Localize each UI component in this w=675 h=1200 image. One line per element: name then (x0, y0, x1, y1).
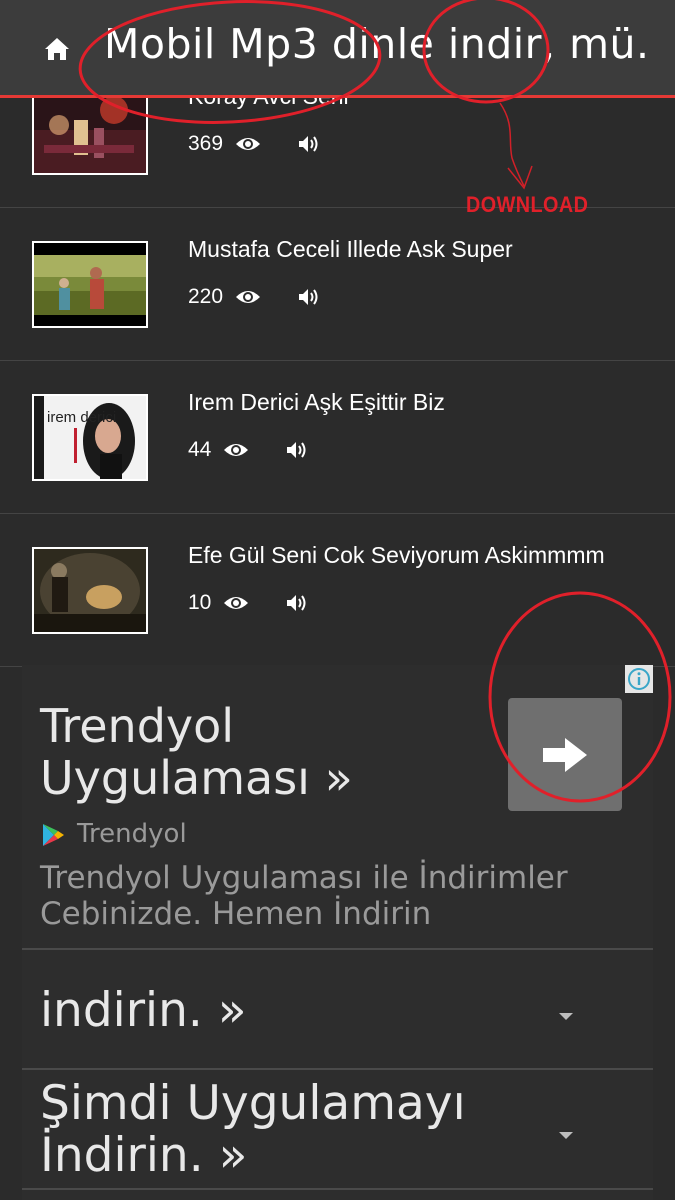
song-stats: 220 (188, 282, 319, 312)
list-item[interactable]: Efe Gül Seni Cok Seviyorum Askimmmm 10 (0, 514, 675, 667)
app-header: Mobil Mp3 dinle indir, mü. (0, 0, 675, 98)
view-count: 369 (188, 132, 224, 155)
view-count: 44 (188, 438, 212, 461)
song-thumbnail[interactable] (32, 241, 148, 328)
song-list: Koray Avci Seni 369 (0, 55, 675, 667)
song-thumbnail[interactable] (32, 547, 148, 634)
view-count: 220 (188, 285, 224, 308)
list-item[interactable]: irem derici Irem Derici Aşk Eşittir Biz … (0, 361, 675, 514)
speaker-icon[interactable] (285, 593, 307, 613)
speaker-icon[interactable] (285, 440, 307, 460)
google-play-icon (43, 824, 64, 846)
page-title: Mobil Mp3 dinle indir, mü. (104, 20, 650, 68)
song-title[interactable]: Mustafa Ceceli Illede Ask Super (188, 236, 513, 263)
divider (22, 1068, 653, 1070)
thumbnail-text: irem derici (47, 409, 116, 426)
eye-icon (236, 291, 261, 303)
view-count: 10 (188, 591, 212, 614)
chevron-down-icon[interactable] (559, 1132, 573, 1139)
song-thumbnail[interactable]: irem derici (32, 394, 148, 481)
divider (22, 948, 653, 950)
ad-description[interactable]: Trendyol Uygulaması ile İndirimler Cebin… (40, 860, 620, 932)
download-annotation: DOWNLOAD (466, 192, 589, 217)
song-title[interactable]: Irem Derici Aşk Eşittir Biz (188, 389, 445, 416)
eye-icon (224, 597, 249, 609)
song-stats: 44 (188, 435, 307, 465)
ad-headline[interactable]: Trendyol Uygulaması » (40, 700, 480, 804)
ad-info-button[interactable] (625, 665, 653, 693)
list-item[interactable]: Mustafa Ceceli Illede Ask Super 220 (0, 208, 675, 361)
song-stats: 369 (188, 129, 319, 159)
song-title[interactable]: Efe Gül Seni Cok Seviyorum Askimmmm (188, 542, 605, 569)
speaker-icon[interactable] (297, 287, 319, 307)
arrow-right-icon (543, 737, 587, 772)
ad-advertiser[interactable]: Trendyol (77, 819, 187, 849)
home-icon[interactable] (42, 34, 72, 64)
divider (22, 1188, 653, 1190)
speaker-icon[interactable] (297, 134, 319, 154)
song-stats: 10 (188, 588, 307, 618)
chevron-down-icon[interactable] (559, 1013, 573, 1020)
eye-icon (224, 444, 249, 456)
ad-option-simdi[interactable]: Şimdi Uygulamayı İndirin. » (40, 1078, 540, 1182)
song-thumbnail[interactable] (32, 88, 148, 175)
ad-option-indirin[interactable]: indirin. » (40, 985, 540, 1037)
ad-cta-button[interactable] (508, 698, 622, 811)
eye-icon (236, 138, 261, 150)
info-icon (628, 668, 650, 690)
